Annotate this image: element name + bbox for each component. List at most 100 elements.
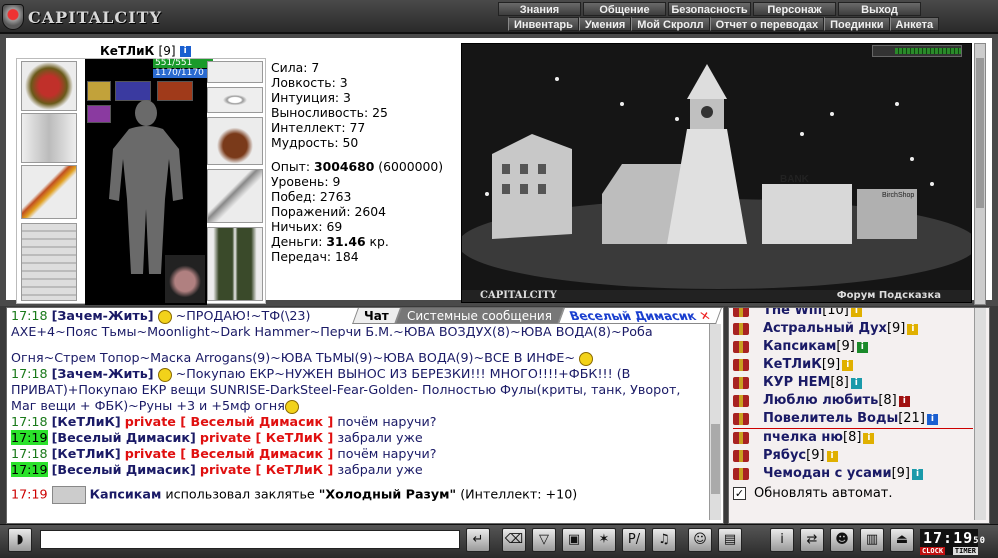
clock-mode-button[interactable]: CLOCK (920, 547, 946, 555)
tab-private[interactable]: Веселый Димасик ✕ (557, 308, 722, 324)
character-name[interactable]: КеТЛиК (100, 44, 154, 58)
birchshop-sign: BirchShop (882, 192, 914, 199)
stat-draws: Ничьих: 69 (271, 219, 343, 234)
smiley-icon[interactable]: ☺ (688, 528, 712, 552)
info-icon[interactable]: i (179, 46, 191, 57)
gems-slot[interactable] (207, 87, 263, 113)
info-icon: i (898, 395, 910, 407)
translit-icon[interactable]: P/ (622, 528, 646, 552)
stat-wisdom: Мудрость: 50 (271, 135, 359, 150)
chat-message: ПРИВАТ)+Покупаю ЕКР вещи SUNRISE-DarkSte… (11, 382, 681, 397)
online-user[interactable]: Рябус [9] i (733, 447, 973, 465)
menu-character[interactable]: Персонаж (753, 2, 836, 16)
run-icon[interactable]: ✶ (592, 528, 616, 552)
menu-communication[interactable]: Общение (583, 2, 666, 16)
submenu-fights[interactable]: Поединки (824, 17, 890, 31)
submenu-inventory[interactable]: Инвентарь (508, 17, 579, 31)
chat-panel: 17:18 [Зачем-Жить] ~ПРОДАЮ!~ТФ(\23) AXE+… (6, 307, 724, 524)
submenu-my-scroll[interactable]: Мой Скролл (631, 17, 710, 31)
city-illustration: BANK BirchShop (462, 44, 971, 302)
private-message-icon (733, 450, 749, 462)
legs-slot[interactable] (207, 227, 263, 301)
submenu-transfer-report[interactable]: Отчет о переводах (709, 17, 825, 31)
stat-transfers: Передач: 184 (271, 249, 359, 264)
sub-menu: Инвентарь Умения Мой Скролл Отчет о пере… (508, 17, 940, 31)
scene-city-label: CAPITALCITY (480, 290, 557, 301)
top-bar: CAPITALCITY Знания Общение Безопасность … (0, 0, 998, 34)
chat-message: 17:18 [Зачем-Жить] ~Покупаю ЕКР~НУЖЕН ВЫ… (11, 366, 631, 382)
character-figure: 551/551 1170/1170 (85, 59, 213, 305)
submenu-profile[interactable]: Анкета (889, 17, 940, 31)
clear-icon[interactable]: ⌫ (502, 528, 526, 552)
online-user[interactable]: Капсикам [9] i (733, 338, 973, 356)
scene-footer: CAPITALCITY Форум Подсказка (462, 290, 971, 302)
menu-security[interactable]: Безопасность (668, 2, 751, 16)
frame-scrollbar[interactable] (974, 43, 986, 305)
char-info-icon[interactable]: i (770, 528, 794, 552)
music-icon[interactable]: ♫ (652, 528, 676, 552)
tab-chat[interactable]: Чат (352, 308, 401, 324)
exit-icon[interactable]: ⏏ (890, 528, 914, 552)
chat-input[interactable] (40, 530, 460, 549)
submenu-skills[interactable]: Умения (578, 17, 632, 31)
weapon-slot[interactable] (21, 165, 77, 219)
game-clock: 17:1950 CLOCK TIMER (920, 529, 985, 555)
menu-knowledge[interactable]: Знания (498, 2, 581, 16)
online-scrollbar[interactable] (974, 308, 986, 520)
online-user[interactable]: Люблю любить [8] i (733, 392, 973, 410)
online-user[interactable]: Астральный Дух [9] i (733, 320, 973, 338)
main-frame: КеТЛиК [9] i 551/551 1170/1170 Сила: 7 Л… (0, 34, 998, 306)
filter-icon[interactable]: ▽ (532, 528, 556, 552)
info-icon: i (863, 432, 875, 444)
private-message-icon (733, 432, 749, 444)
offhand-slot[interactable] (207, 169, 263, 223)
save-icon[interactable]: ▣ (562, 528, 586, 552)
smiley-hammer-icon (579, 351, 594, 366)
hp-bar: 551/551 (153, 59, 213, 68)
town-scene[interactable]: BANK BirchShop CAPITALCITY Форум Подсказ… (461, 43, 972, 303)
scene-links[interactable]: Форум Подсказка (837, 290, 941, 302)
gloves-slot[interactable] (207, 117, 263, 165)
online-user[interactable]: The Will [10] i (733, 308, 973, 320)
auto-update-toggle[interactable]: ✓ Обновлять автомат. (733, 486, 893, 501)
chat-scrollbar[interactable] (709, 324, 721, 520)
bracers-slot[interactable] (21, 113, 77, 163)
earring-slot[interactable] (87, 81, 111, 101)
timer-mode-button[interactable]: TIMER (952, 547, 978, 555)
shield-icon (2, 4, 24, 30)
checkbox-checked-icon[interactable]: ✓ (733, 487, 746, 500)
online-user[interactable]: КеТЛиК [9] i (733, 356, 973, 374)
online-user[interactable]: Чемодан с усами [9] i (733, 465, 973, 483)
smiley-icon (157, 309, 172, 324)
bottom-toolbar: ◗ ↵ ⌫ ▽ ▣ ✶ P/ ♫ ☺ ▤ i ⇄ ☻ ▥ ⏏ 17:1950 C… (0, 524, 998, 558)
rings-slot[interactable] (207, 61, 263, 83)
menu-exit[interactable]: Выход (838, 2, 921, 16)
close-icon[interactable]: ✕ (696, 308, 712, 324)
lock-icon[interactable]: ▥ (860, 528, 884, 552)
ring-slot[interactable] (157, 81, 193, 101)
online-user[interactable]: КУР НЕМ [8] i (733, 374, 973, 392)
online-user[interactable]: пчелка ню [8] i (733, 429, 973, 447)
private-message-icon (733, 341, 749, 353)
location-progress (872, 45, 962, 57)
helmet-slot[interactable] (21, 61, 77, 111)
chat-message (11, 340, 701, 350)
character-stats: Сила: 7 Ловкость: 3 Интуиция: 3 Вынослив… (271, 60, 443, 264)
game-window: CAPITALCITY Знания Общение Безопасность … (0, 0, 998, 558)
private-message-icon (733, 323, 749, 335)
transfer-icon[interactable]: ⇄ (800, 528, 824, 552)
speaker-icon[interactable]: ◗ (8, 528, 32, 552)
info-icon: i (926, 413, 938, 425)
armor-slot[interactable] (21, 223, 77, 301)
fight-icon[interactable]: ☻ (830, 528, 854, 552)
online-user[interactable]: Повелитель Воды [21] i (733, 410, 973, 429)
tab-system-messages[interactable]: Системные сообщения (394, 308, 564, 324)
send-icon[interactable]: ↵ (466, 528, 490, 552)
chat-message: AXE+4~Пояс Тьмы~Moonlight~Dark Hammer~Пе… (11, 324, 653, 339)
chat-window-icon[interactable]: ▤ (718, 528, 742, 552)
pet-icon[interactable] (165, 255, 205, 303)
info-icon: i (842, 359, 854, 371)
amulet-slot[interactable] (115, 81, 151, 101)
clock-time: 17:19 (923, 529, 974, 547)
chat-message: Маг вещи + ФБК)~Руны +3 и +5мф огня (11, 398, 701, 414)
